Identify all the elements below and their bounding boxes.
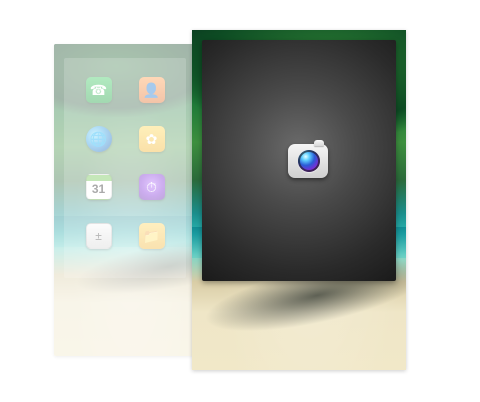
contacts-icon[interactable]: 👤 bbox=[138, 77, 165, 104]
camera-app-window[interactable] bbox=[202, 40, 396, 281]
calculator-icon[interactable]: ± bbox=[85, 222, 112, 249]
camera-icon[interactable] bbox=[288, 140, 328, 178]
clock-icon[interactable]: ⏱ bbox=[138, 174, 165, 201]
calendar-day: 31 bbox=[91, 182, 106, 197]
app-grid: ☎ 👤 🌐 ✿ 31 ⏱ ± 📁 bbox=[64, 58, 186, 278]
gallery-icon[interactable]: ✿ bbox=[138, 125, 165, 152]
camera-lens bbox=[298, 150, 320, 172]
browser-globe-icon[interactable]: 🌐 bbox=[85, 125, 112, 152]
background-phone-preview: ☎ 👤 🌐 ✿ 31 ⏱ ± 📁 bbox=[54, 44, 194, 356]
phone-icon[interactable]: ☎ bbox=[85, 77, 112, 104]
calendar-icon[interactable]: 31 bbox=[85, 174, 112, 201]
foreground-phone-preview bbox=[192, 30, 406, 370]
multi-window-preview: ☎ 👤 🌐 ✿ 31 ⏱ ± 📁 bbox=[0, 0, 480, 402]
folder-icon[interactable]: 📁 bbox=[138, 222, 165, 249]
